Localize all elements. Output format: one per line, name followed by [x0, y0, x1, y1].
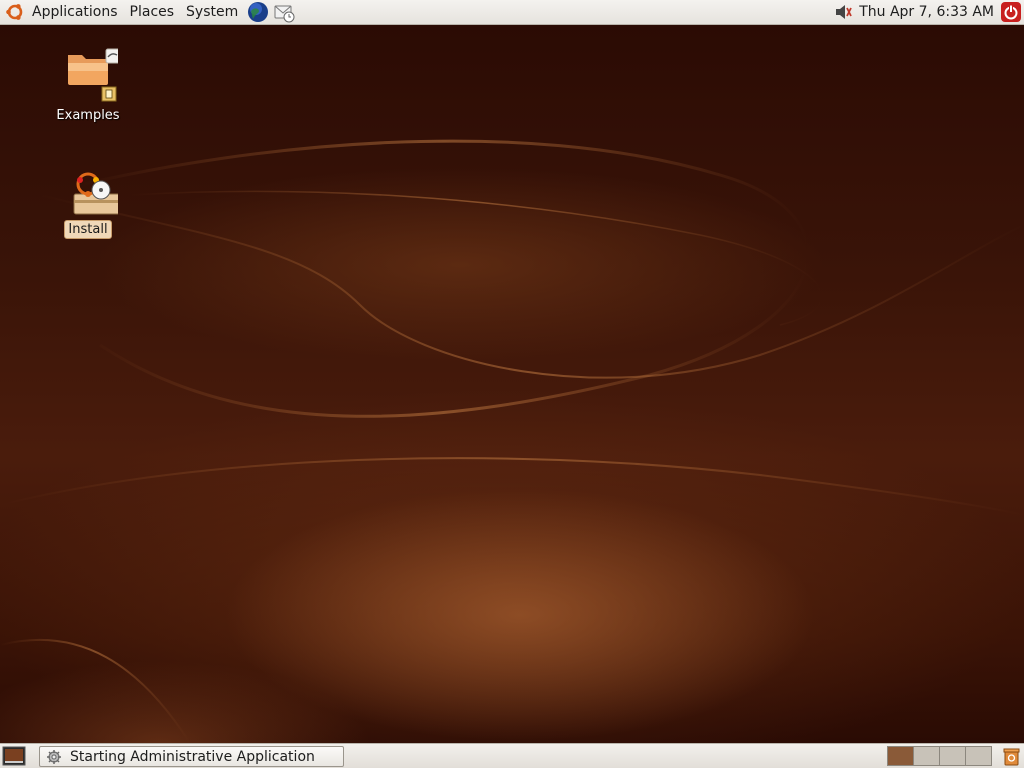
wallpaper-waves [0, 139, 1024, 743]
top-panel-tray: Thu Apr 7, 6:33 AM [833, 0, 1024, 24]
menu-places[interactable]: Places [124, 0, 181, 24]
desktop-icon-label: Examples [56, 108, 120, 123]
workspace-switcher [887, 746, 992, 766]
desktop-background[interactable]: Examples Install [0, 25, 1024, 743]
installer-icon [73, 172, 121, 215]
desktop-icon-install[interactable]: Install [48, 168, 128, 239]
show-desktop-icon[interactable] [2, 746, 26, 766]
power-icon[interactable] [1000, 1, 1022, 23]
bottom-panel: Starting Administrative Application [0, 743, 1024, 768]
gear-icon [46, 749, 62, 765]
workspace-2[interactable] [913, 746, 940, 766]
email-client-icon[interactable] [272, 0, 296, 24]
web-browser-icon[interactable] [246, 0, 270, 24]
workspace-1[interactable] [887, 746, 914, 766]
menu-system[interactable]: System [180, 0, 244, 24]
folder-icon [68, 48, 121, 102]
trash-icon[interactable] [1000, 745, 1022, 767]
taskbar-window-button[interactable]: Starting Administrative Application [39, 746, 344, 767]
top-panel: Applications Places System Thu Apr 7, 6:… [0, 0, 1024, 25]
workspace-3[interactable] [939, 746, 966, 766]
desktop-icon-label: Install [64, 220, 112, 239]
desktop-icon-examples[interactable]: Examples [48, 47, 128, 124]
menu-applications[interactable]: Applications [26, 0, 124, 24]
volume-icon[interactable] [833, 3, 853, 21]
ubuntu-logo-icon[interactable] [4, 1, 26, 23]
screen: Examples Install Applications Places Sys… [0, 0, 1024, 768]
workspace-4[interactable] [965, 746, 992, 766]
clock[interactable]: Thu Apr 7, 6:33 AM [855, 4, 998, 20]
taskbar-window-label: Starting Administrative Application [70, 748, 315, 765]
